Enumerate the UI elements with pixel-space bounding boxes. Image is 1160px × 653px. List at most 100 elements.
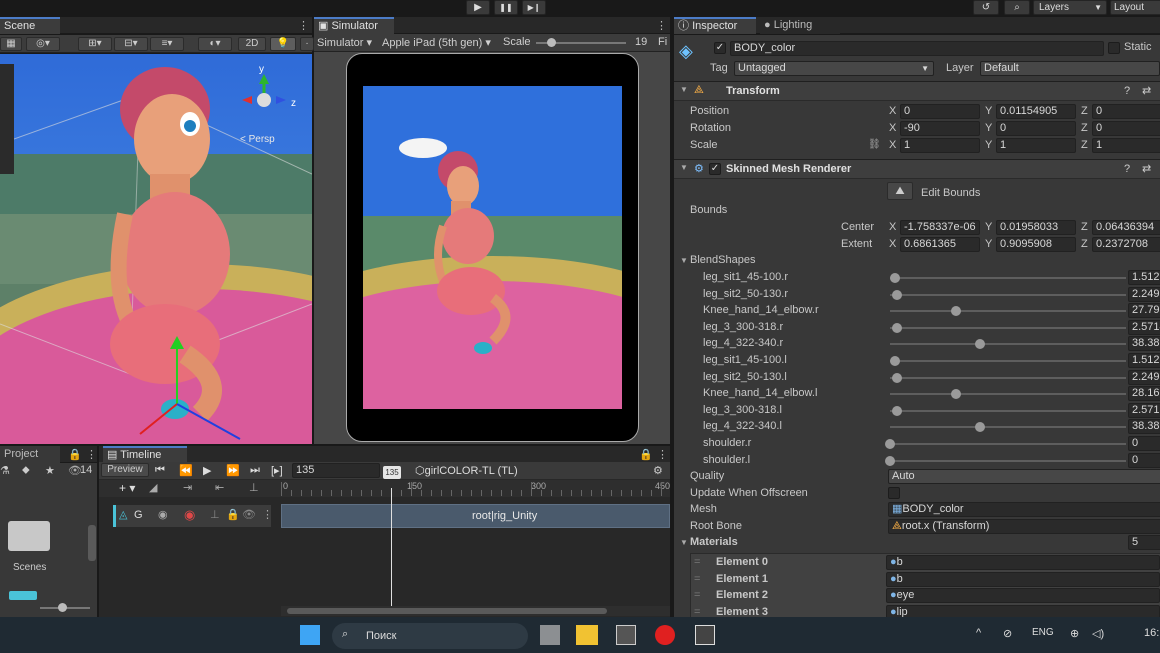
blendshape-value-field[interactable]: 2.249 — [1128, 286, 1160, 302]
quality-dropdown[interactable]: Auto — [888, 469, 1160, 484]
next-frame-icon[interactable]: ⏩ — [226, 464, 240, 477]
rotation-y-field[interactable]: 0 — [996, 121, 1076, 136]
blendshape-slider-knob[interactable] — [974, 422, 985, 433]
tab-simulator[interactable]: ▣ Simulator — [314, 17, 394, 34]
yandex-browser-icon[interactable] — [655, 625, 675, 645]
material-field[interactable]: ●eye — [886, 588, 1160, 604]
blendshape-slider-knob[interactable] — [892, 289, 903, 300]
blendshapes-foldout[interactable]: ▼ BlendShapes — [674, 252, 1160, 269]
blendshape-slider-knob[interactable] — [951, 389, 962, 400]
skinned-mesh-renderer-header[interactable]: ▼ ⚙ ✓ Skinned Mesh Renderer ? ⇄ — [674, 159, 1160, 179]
foldout-arrow-icon[interactable]: ▼ — [680, 256, 688, 265]
tab-lighting[interactable]: ● Lighting — [760, 17, 840, 34]
animation-clip[interactable]: root|rig_Unity — [281, 504, 670, 528]
unity-editor-icon[interactable] — [695, 625, 715, 645]
blendshape-slider-knob[interactable] — [974, 339, 985, 350]
language-indicator[interactable]: ENG — [1032, 627, 1054, 638]
taskbar-search[interactable]: ⌕ Поиск — [332, 623, 528, 649]
play-button[interactable]: ▶ — [466, 0, 490, 15]
position-z-field[interactable]: 0 — [1092, 104, 1160, 119]
blendshape-value-field[interactable]: 2.5715 — [1128, 402, 1160, 418]
help-icon[interactable]: ? — [1124, 85, 1130, 97]
favorite-icon[interactable]: ★ — [45, 464, 55, 477]
blendshape-value-field[interactable]: 1.5121 — [1128, 353, 1160, 368]
blendshape-slider[interactable] — [890, 443, 1126, 445]
extent-y-field[interactable]: 0.9095908 — [996, 237, 1076, 252]
track-header[interactable]: ◬ G ◉ ◉ ⊥ 🔒 👁 ⋮ — [113, 505, 273, 527]
help-icon[interactable]: ? — [1124, 163, 1130, 175]
more-menu-icon[interactable]: ⋮ — [657, 448, 668, 461]
blendshape-value-field[interactable]: 0 — [1128, 436, 1160, 451]
shading-icon[interactable]: ◐▾ — [198, 37, 232, 51]
clock[interactable]: 16: — [1144, 627, 1159, 639]
blendshape-slider[interactable] — [890, 326, 1126, 329]
tab-project[interactable]: Project — [0, 446, 60, 463]
h-scrollbar-thumb[interactable] — [287, 608, 607, 614]
drag-handle-icon[interactable]: = — [694, 573, 700, 585]
search-icon[interactable]: ⌕ — [1004, 0, 1030, 15]
scale-z-field[interactable]: 1 — [1092, 138, 1160, 153]
link-icon[interactable]: ⛓ — [868, 139, 881, 150]
lock-icon[interactable]: 🔒 — [639, 448, 653, 461]
foldout-arrow-icon[interactable]: ▼ — [680, 85, 688, 94]
pin-icon[interactable]: ⊥ — [210, 508, 220, 521]
tray-network-off-icon[interactable]: ⊘ — [1003, 627, 1012, 640]
blendshape-slider-knob[interactable] — [889, 356, 900, 366]
root-bone-field[interactable]: ⟁root.x (Transform) — [888, 519, 1160, 534]
layout-dropdown[interactable]: Layout — [1110, 0, 1160, 15]
active-checkbox[interactable]: ✓ — [714, 42, 726, 54]
foldout-arrow-icon[interactable]: ▼ — [680, 538, 688, 547]
lighting-toggle-icon[interactable]: 💡 — [270, 37, 296, 51]
blendshape-slider[interactable] — [890, 293, 1126, 296]
jump-start-icon[interactable]: ⏮ — [155, 464, 165, 477]
rotation-z-field[interactable]: 0 — [1092, 121, 1160, 136]
folder-icon[interactable] — [8, 521, 50, 551]
task-view-icon[interactable] — [540, 625, 560, 645]
create-icon[interactable]: ⚗ — [0, 464, 10, 477]
add-track-icon[interactable]: + ▾ — [119, 481, 135, 495]
preview-button[interactable]: Preview — [101, 463, 149, 477]
blendshape-value-field[interactable]: 2.5714 — [1128, 319, 1160, 335]
rotation-x-field[interactable]: -90 — [900, 121, 980, 136]
center-y-field[interactable]: 0.01958033 — [996, 220, 1076, 235]
globe-icon[interactable]: ◎▾ — [26, 37, 60, 51]
more-menu-icon[interactable]: ⋮ — [86, 448, 97, 461]
drag-handle-icon[interactable]: = — [694, 589, 700, 601]
2d-toggle-button[interactable]: 2D — [238, 37, 266, 51]
windows-start-icon[interactable] — [300, 625, 320, 645]
tab-timeline[interactable]: ▤ Timeline — [103, 446, 187, 463]
track-menu-icon[interactable]: ⋮ — [262, 508, 273, 521]
object-name-field[interactable]: BODY_color — [730, 41, 1104, 56]
foldout-arrow-icon[interactable]: ▼ — [680, 163, 688, 172]
tag-icon[interactable]: ⬥ — [22, 464, 30, 477]
more-menu-icon[interactable]: ⋮ — [656, 19, 667, 32]
material-field[interactable]: ●b — [886, 555, 1160, 570]
blendshape-slider[interactable] — [890, 310, 1126, 313]
blendshape-slider[interactable] — [890, 426, 1126, 429]
blendshape-slider[interactable] — [890, 360, 1126, 362]
scale-x-field[interactable]: 1 — [900, 138, 980, 153]
increment-snap-icon[interactable]: ≡▾ — [150, 37, 184, 51]
blendshape-slider-knob[interactable] — [889, 273, 900, 283]
tray-chevron-icon[interactable]: ^ — [976, 627, 981, 639]
center-x-field[interactable]: -1.758337e-06 — [900, 220, 980, 235]
settings-icon[interactable]: ⇄ — [1142, 84, 1151, 97]
tag-dropdown[interactable]: Untagged ▼ — [734, 61, 934, 76]
lock-icon[interactable]: 🔒 — [226, 508, 240, 521]
enabled-checkbox[interactable]: ✓ — [709, 163, 721, 175]
settings-icon[interactable]: ⇄ — [1142, 162, 1151, 175]
scale-y-field[interactable]: 1 — [996, 138, 1076, 153]
blendshape-value-field[interactable]: 28.16 — [1128, 386, 1160, 402]
transform-header[interactable]: ▼ ⟁ Transform ? ⇄ — [674, 81, 1160, 101]
device-screen[interactable] — [363, 86, 622, 409]
marker-icon[interactable]: ⊥ — [249, 481, 259, 494]
tab-scene[interactable]: Scene — [0, 17, 60, 34]
material-field[interactable]: ●b — [886, 571, 1160, 587]
position-x-field[interactable]: 0 — [900, 104, 980, 119]
pause-button[interactable]: ❚❚ — [494, 0, 518, 15]
blendshape-slider-knob[interactable] — [885, 455, 895, 466]
draw-mode-icon[interactable]: ▦ — [0, 37, 22, 51]
file-explorer-icon[interactable] — [576, 625, 598, 645]
avatar-mask-icon[interactable]: ◉ — [158, 508, 168, 521]
audio-toggle-icon[interactable]: · — [300, 37, 314, 51]
